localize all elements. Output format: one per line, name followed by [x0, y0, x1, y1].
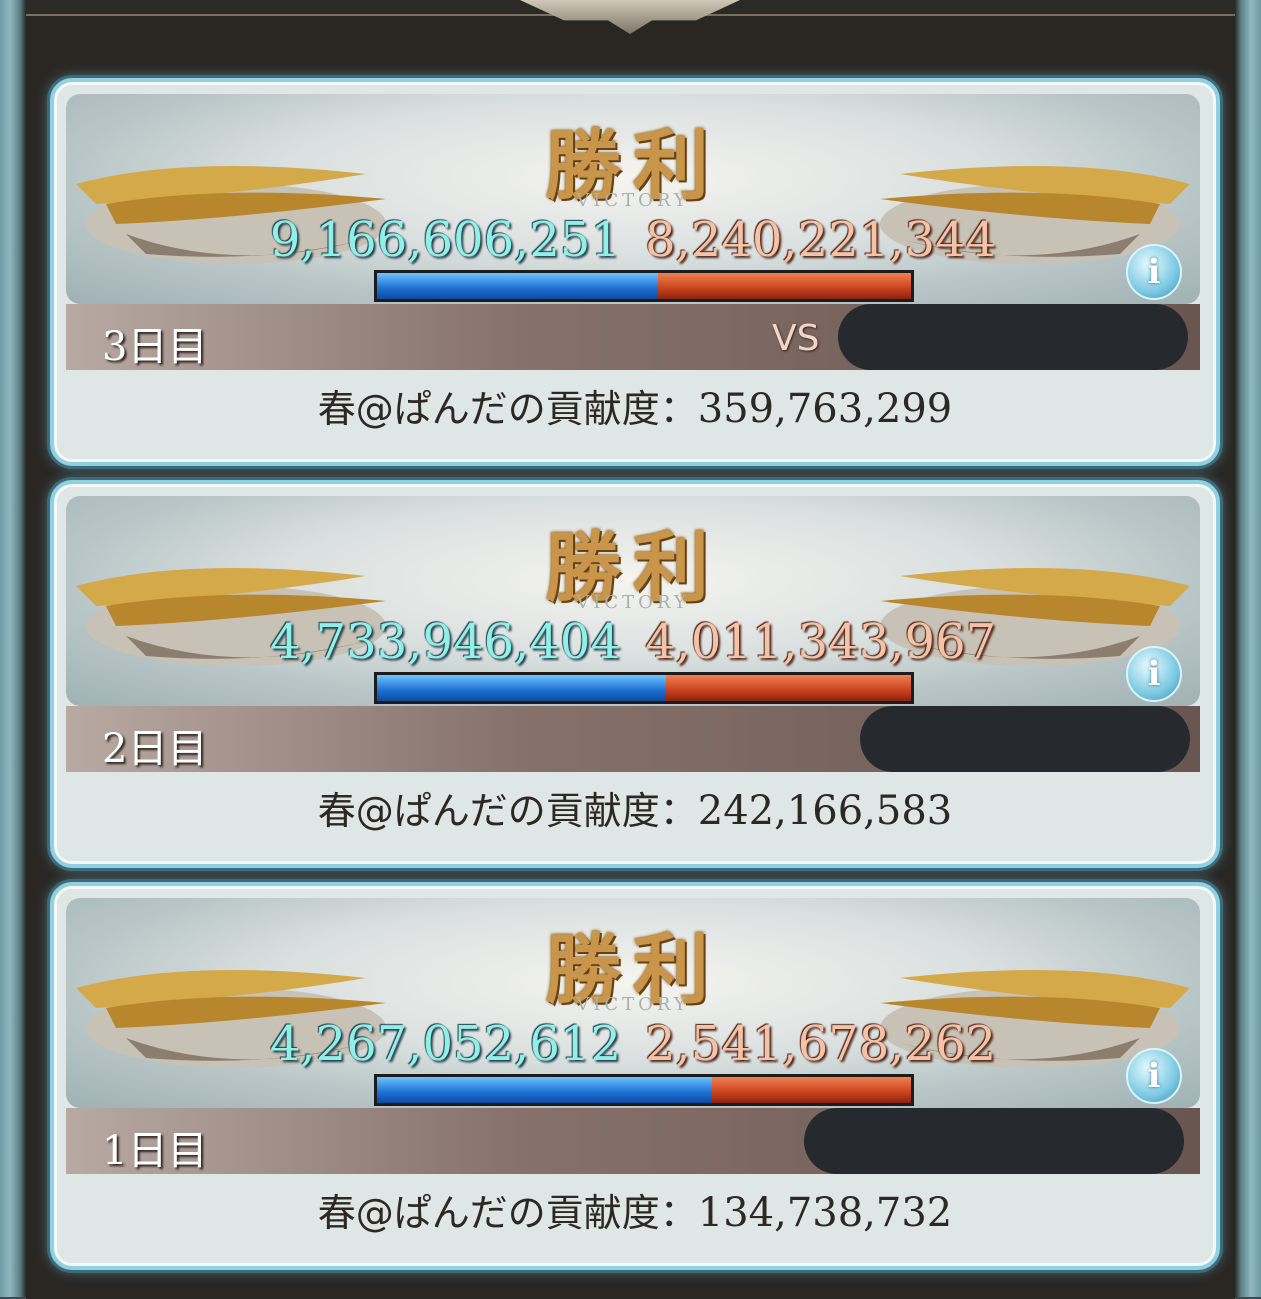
own-share-fill [377, 273, 659, 299]
contribution-line: 春@ぱんだの貢献度：359,763,299 [54, 378, 1216, 433]
score-ratio-bar [374, 672, 914, 704]
victory-subtitle: VICTORY [576, 190, 690, 211]
result-card-day2[interactable]: 勝利 VICTORY 4,733,946,404 4,011,343,967 i … [50, 480, 1220, 868]
victory-banner: 勝利 VICTORY 9,166,606,251 8,240,221,344 i [66, 94, 1200, 304]
day-label: 1日目 [102, 1128, 208, 1174]
vs-label: VS [772, 318, 820, 359]
opponent-score: 2,541,678,262 [645, 1016, 997, 1072]
info-icon[interactable]: i [1126, 1048, 1182, 1104]
contribution-label: 春@ぱんだの貢献度： [317, 1191, 698, 1235]
result-card-day3[interactable]: 勝利 VICTORY 9,166,606,251 8,240,221,344 i … [50, 78, 1220, 466]
contribution-value: 359,763,299 [697, 386, 953, 432]
victory-banner: 勝利 VICTORY 4,733,946,404 4,011,343,967 i [66, 496, 1200, 706]
contribution-label: 春@ぱんだの貢献度： [317, 387, 698, 431]
info-icon[interactable]: i [1126, 646, 1182, 702]
day-row: 2日目 [66, 706, 1200, 772]
victory-banner: 勝利 VICTORY 4,267,052,612 2,541,678,262 i [66, 898, 1200, 1108]
score-line: 4,267,052,612 2,541,678,262 [66, 1016, 1200, 1072]
opponent-score: 8,240,221,344 [645, 212, 997, 268]
redacted-opponent-name [860, 706, 1190, 772]
own-score: 4,733,946,404 [269, 614, 621, 670]
day-label: 2日目 [102, 726, 208, 772]
result-card-day1[interactable]: 勝利 VICTORY 4,267,052,612 2,541,678,262 i … [50, 882, 1220, 1270]
contribution-line: 春@ぱんだの貢献度：242,166,583 [54, 780, 1216, 835]
opponent-share-fill [658, 273, 911, 299]
day-label: 3日目 [102, 324, 208, 370]
redacted-opponent-name [804, 1108, 1184, 1174]
score-line: 9,166,606,251 8,240,221,344 [66, 212, 1200, 268]
contribution-line: 春@ぱんだの貢献度：134,738,732 [54, 1182, 1216, 1237]
victory-subtitle: VICTORY [576, 994, 690, 1015]
opponent-share-fill [665, 675, 911, 701]
score-ratio-bar [374, 270, 914, 302]
contribution-value: 242,166,583 [697, 788, 953, 834]
redacted-opponent-name [838, 304, 1188, 370]
info-icon[interactable]: i [1126, 244, 1182, 300]
opponent-score: 4,011,343,967 [645, 614, 997, 670]
own-share-fill [377, 675, 666, 701]
victory-subtitle: VICTORY [576, 592, 690, 613]
score-ratio-bar [374, 1074, 914, 1106]
contribution-label: 春@ぱんだの貢献度： [317, 789, 698, 833]
score-line: 4,733,946,404 4,011,343,967 [66, 614, 1200, 670]
day-row: 1日目 [66, 1108, 1200, 1174]
day-row: 3日目 VS [66, 304, 1200, 370]
own-score: 4,267,052,612 [269, 1016, 621, 1072]
contribution-value: 134,738,732 [697, 1190, 953, 1236]
own-share-fill [377, 1077, 712, 1103]
opponent-share-fill [711, 1077, 911, 1103]
own-score: 9,166,606,251 [269, 212, 621, 268]
